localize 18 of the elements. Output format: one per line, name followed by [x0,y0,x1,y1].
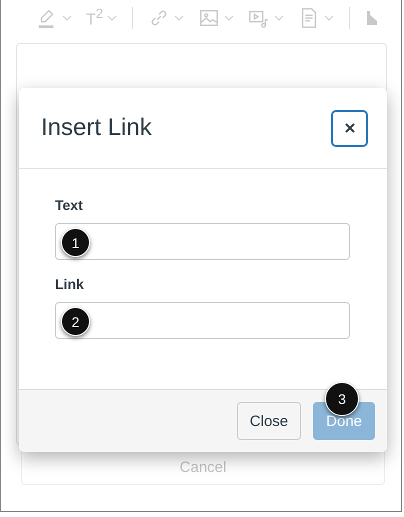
close-button[interactable]: Close [236,402,302,440]
chevron-icon [174,15,184,21]
cancel-button[interactable]: Cancel [21,449,385,485]
close-button[interactable] [331,110,368,146]
direction-icon[interactable] [365,9,380,27]
step-badge-overlay: 3 [325,382,359,416]
chevron-icon [62,15,72,21]
close-icon [344,123,354,133]
chevron-icon [274,15,284,21]
chevron-icon [107,14,118,21]
field-label: Text [55,197,84,213]
field-label: Link [55,276,85,292]
dialog-title: Insert Link [41,114,152,142]
chevron-icon [324,15,334,21]
input-field[interactable] [55,223,350,260]
image-icon[interactable] [198,7,220,29]
chevron-icon [224,15,234,21]
input-field[interactable] [55,302,350,339]
